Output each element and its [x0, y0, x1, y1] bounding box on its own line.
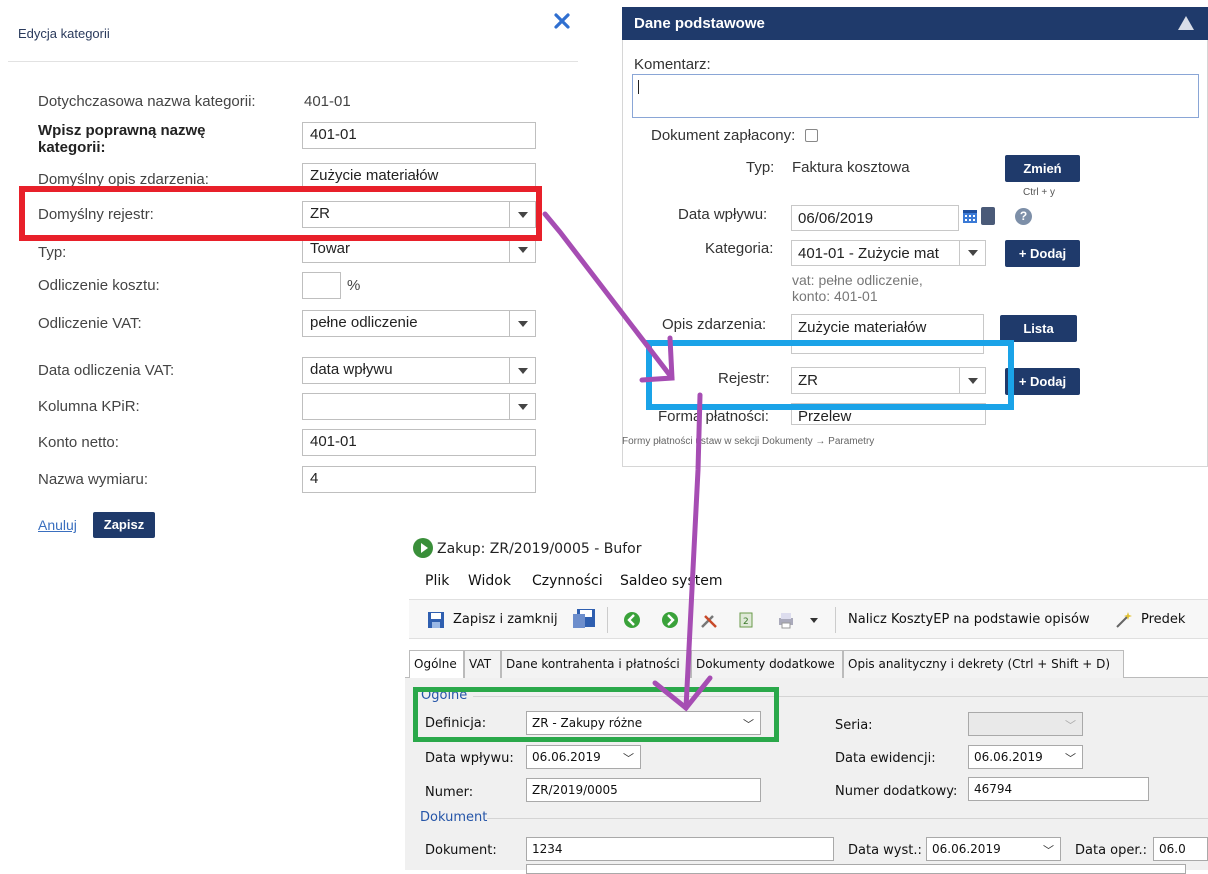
annotation-arrows	[542, 211, 713, 712]
arrow-blue-to-green	[683, 392, 703, 711]
arrow-head-2	[652, 675, 713, 712]
arrow-red-to-blue	[542, 211, 675, 381]
